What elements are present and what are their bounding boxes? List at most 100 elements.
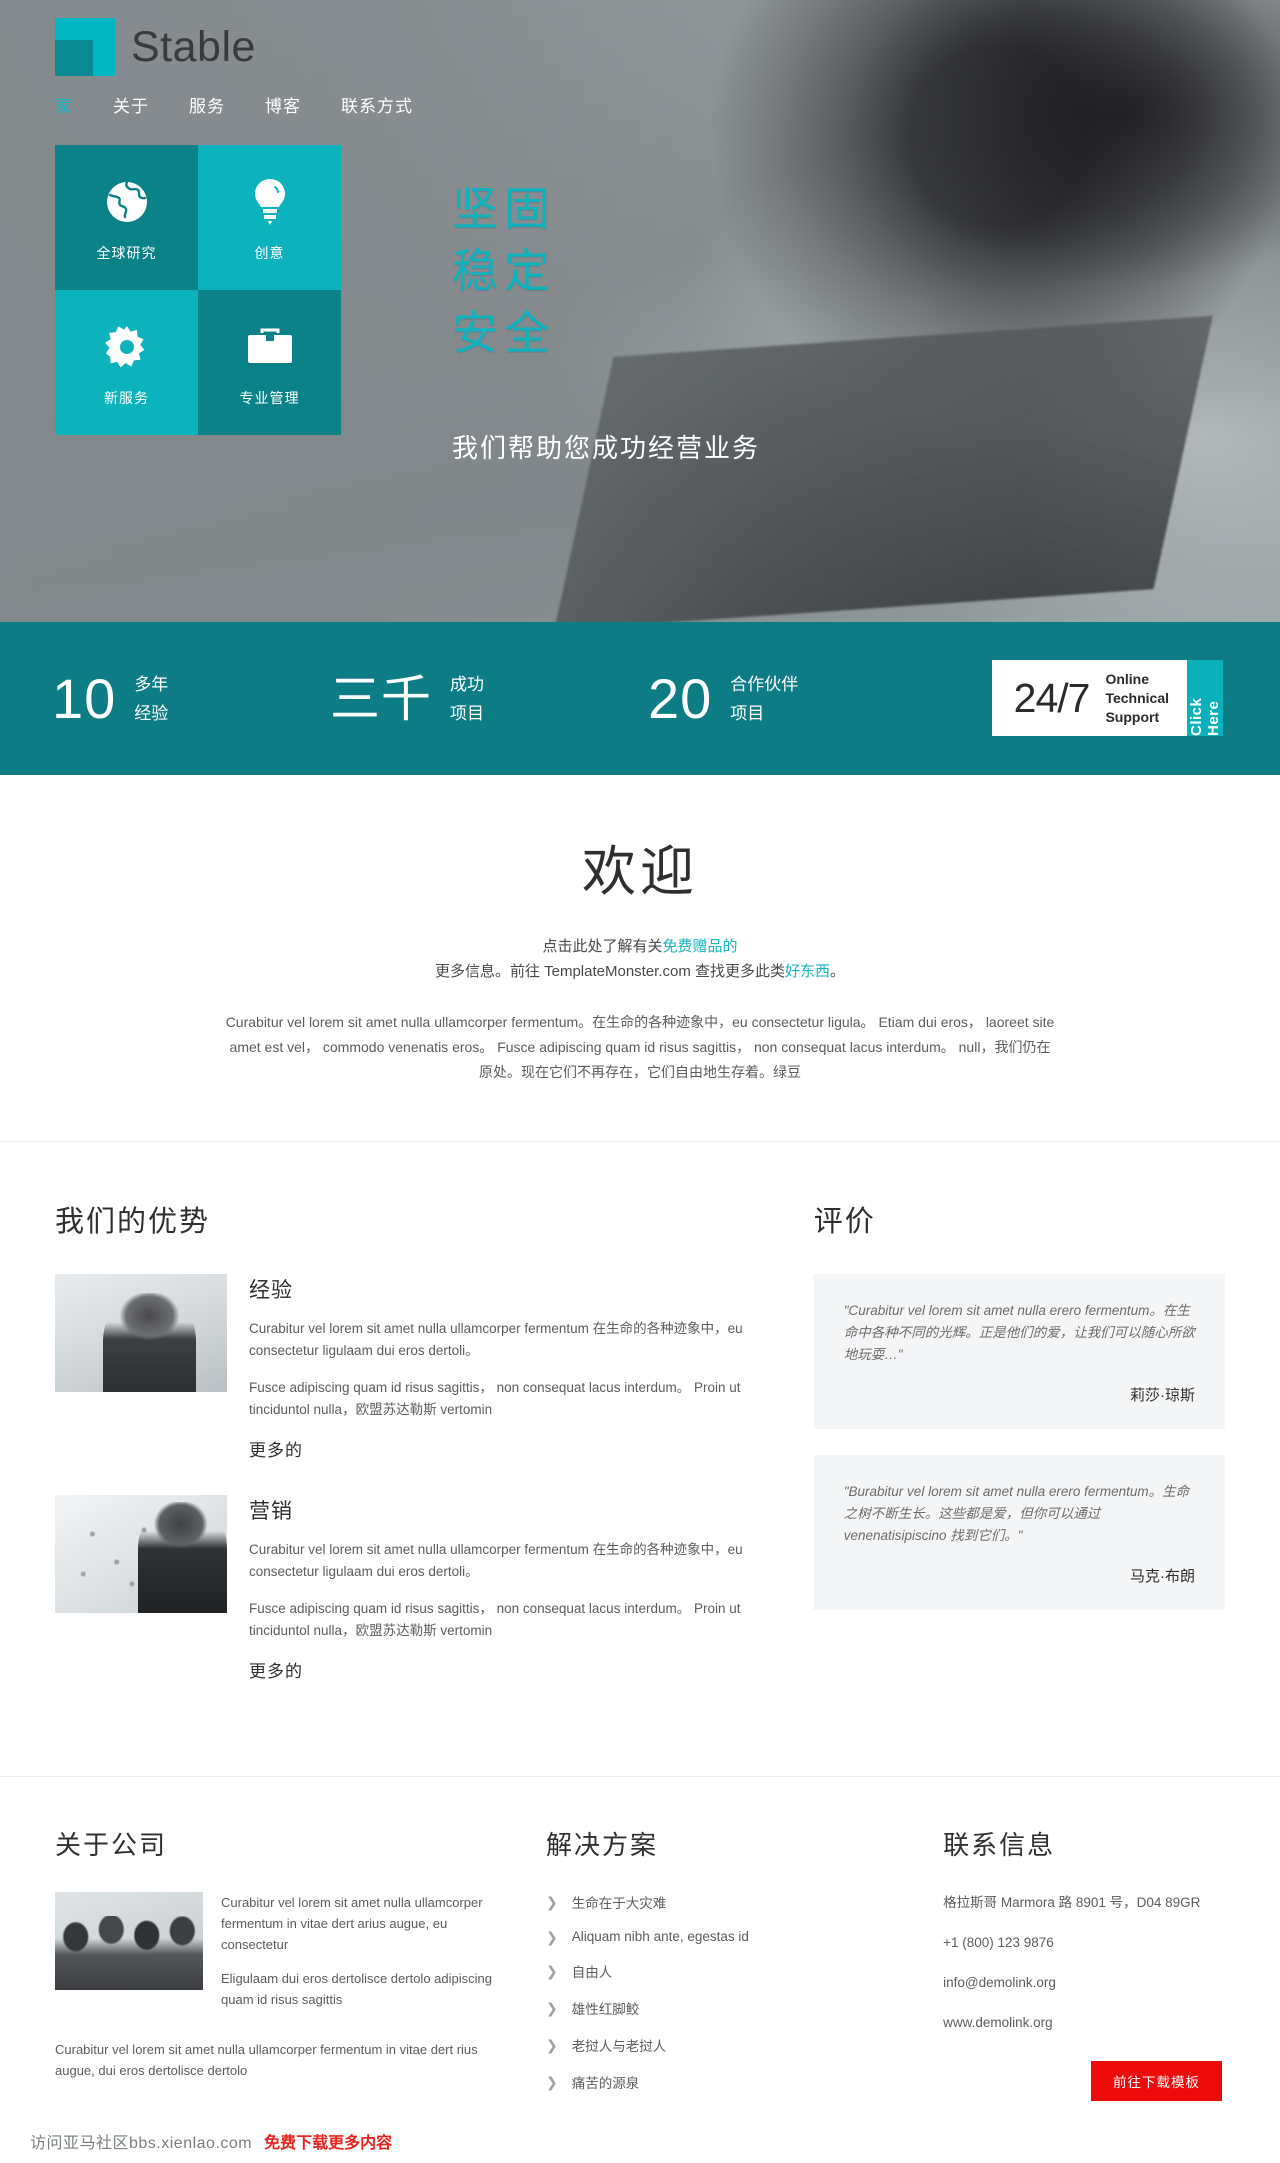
footer-solutions-column: 解决方案 ❯ 生命在于大灾难 ❯ Aliquam nibh ante, egesta… [546, 1825, 903, 2109]
solution-link[interactable]: 痛苦的源泉 [572, 2072, 640, 2092]
testimonial-card: "Curabitur vel lorem sit amet nulla erer… [813, 1274, 1225, 1429]
tile-creative[interactable]: 创意 [198, 145, 341, 290]
advantage-more-link[interactable]: 更多的 [249, 1436, 303, 1461]
footer-about-paragraph-2: Eligulaam dui eros dertolisce dertolo ad… [221, 1971, 492, 2007]
stat-value: 10 [52, 666, 117, 730]
freebies-link[interactable]: 免费赠品的 [663, 938, 738, 955]
hero-subheadline: 我们帮助您成功经营业务 [452, 433, 761, 463]
support-line-1: Online [1105, 670, 1150, 687]
advantage-paragraph-1: Curabitur vel lorem sit amet nulla ullam… [249, 1321, 743, 1358]
hero-headline-line-3: 安全 [452, 307, 556, 359]
contact-website-link[interactable]: www.demolink.org [943, 2015, 1053, 2030]
nav-item-contact[interactable]: 联系方式 [341, 92, 413, 117]
welcome-body-text: Curabitur vel lorem sit amet nulla ullam… [225, 1014, 1055, 1080]
nav-item-about[interactable]: 关于 [113, 92, 149, 117]
footer-team-photo [55, 1892, 203, 1990]
solution-link[interactable]: 雄性红脚鲛 [572, 1998, 640, 2018]
testimonial-author: 莉莎·琼斯 [1130, 1387, 1195, 1404]
support-badge[interactable]: 24/7 Online Technical Support Click Here [991, 660, 1223, 736]
logo-squares-icon [55, 18, 115, 76]
list-item[interactable]: ❯ 老挝人与老挝人 [546, 2035, 903, 2055]
footer-solutions-title: 解决方案 [546, 1830, 659, 1860]
click-here-label: Click Here [1188, 697, 1222, 736]
advantage-more-link[interactable]: 更多的 [249, 1657, 303, 1682]
welcome-title: 欢迎 [582, 842, 698, 902]
stat-label-line-1: 合作伙伴 [730, 674, 799, 694]
nav-item-services[interactable]: 服务 [189, 92, 225, 117]
stat-item-experience: 10 多年 经验 [52, 670, 168, 728]
download-template-button[interactable]: 前往下载模板 [1091, 2061, 1222, 2101]
testimonial-quote: "Burabitur vel lorem sit amet nulla erer… [843, 1484, 1190, 1543]
tile-global-research[interactable]: 全球研究 [55, 145, 198, 290]
list-item[interactable]: ❯ 自由人 [546, 1961, 903, 1981]
list-item[interactable]: ❯ 雄性红脚鲛 [546, 1998, 903, 2018]
stat-label-line-1: 多年 [134, 674, 169, 694]
advantage-thumbnail [55, 1495, 227, 1613]
support-line-3: Support [1105, 708, 1160, 725]
solution-link[interactable]: 老挝人与老挝人 [572, 2035, 667, 2055]
list-item[interactable]: ❯ 痛苦的源泉 [546, 2072, 903, 2092]
list-item[interactable]: ❯ Aliquam nibh ante, egestas id [546, 1929, 903, 1944]
chevron-right-icon: ❯ [546, 1928, 558, 1945]
tile-professional-management[interactable]: 专业管理 [198, 290, 341, 435]
watermark-red-text: 免费下载更多内容 [264, 2135, 393, 2152]
tile-label: 全球研究 [96, 245, 157, 261]
tile-label: 专业管理 [239, 390, 300, 406]
stat-label: 合作伙伴 项目 [730, 670, 798, 728]
globe-icon [104, 171, 150, 233]
briefcase-icon [245, 316, 295, 378]
advantage-heading: 营销 [249, 1500, 293, 1523]
stat-value: 20 [648, 666, 713, 730]
advantage-heading: 经验 [249, 1279, 293, 1302]
nav-item-blog[interactable]: 博客 [265, 92, 301, 117]
contact-address: 格拉斯哥 Marmora 路 8901 号，D04 89GR [943, 1895, 1201, 1910]
testimonials-title: 评价 [813, 1206, 876, 1238]
chevron-right-icon: ❯ [546, 1963, 558, 1979]
advantage-paragraph-2: Fusce adipiscing quam id risus sagittis，… [249, 1601, 741, 1638]
list-item[interactable]: ❯ 生命在于大灾难 [546, 1892, 903, 1912]
tile-label: 新服务 [104, 390, 149, 406]
page-root: Stable 家 关于 服务 博客 联系方式 全球研究 创意 新服务 专业管理 … [0, 0, 1280, 2163]
stat-label: 成功 项目 [450, 670, 484, 728]
hero-feature-tiles: 全球研究 创意 新服务 专业管理 [55, 145, 341, 435]
welcome-intro-text-2: 更多信息。前往 TemplateMonster.com 查找更多此类 [434, 963, 786, 980]
chevron-right-icon: ❯ [546, 2074, 558, 2090]
solution-link[interactable]: Aliquam nibh ante, egestas id [572, 1929, 749, 1944]
welcome-section: 欢迎 点击此处了解有关免费赠品的 更多信息。前往 TemplateMonster… [0, 775, 1280, 1142]
footer-contact-title: 联系信息 [943, 1830, 1056, 1860]
site-logo[interactable]: Stable [55, 18, 256, 76]
stat-label-line-2: 经验 [134, 703, 169, 723]
advantages-title: 我们的优势 [55, 1206, 211, 1238]
support-line-2: Technical [1105, 689, 1169, 706]
chevron-right-icon: ❯ [546, 2000, 558, 2016]
main-content: 我们的优势 经验 Curabitur vel lorem sit amet nu… [0, 1142, 1280, 1777]
chevron-right-icon: ❯ [546, 2037, 558, 2053]
advantage-paragraph-1: Curabitur vel lorem sit amet nulla ullam… [249, 1542, 743, 1579]
footer-solutions-list: ❯ 生命在于大灾难 ❯ Aliquam nibh ante, egestas id … [546, 1892, 903, 2092]
stat-label-line-2: 项目 [450, 703, 484, 723]
good-stuff-link[interactable]: 好东西 [785, 963, 830, 980]
chevron-right-icon: ❯ [546, 1894, 558, 1910]
nav-item-home[interactable]: 家 [55, 92, 73, 117]
stat-label-line-2: 项目 [730, 703, 765, 723]
advantages-column: 我们的优势 经验 Curabitur vel lorem sit amet nu… [55, 1198, 754, 1716]
testimonial-author: 马克·布朗 [1130, 1568, 1195, 1585]
stat-value: 三千 [330, 670, 432, 727]
stat-label-line-1: 成功 [450, 674, 484, 694]
contact-email-link[interactable]: info@demolink.org [943, 1975, 1056, 1990]
tile-new-services[interactable]: 新服务 [55, 290, 198, 435]
click-here-button[interactable]: Click Here [1187, 660, 1223, 736]
watermark-bar: 访问亚马社区bbs.xienlao.com 免费下载更多内容 [0, 2119, 1280, 2163]
solution-link[interactable]: 自由人 [572, 1961, 613, 1981]
hero-headline-line-1: 坚固 [452, 183, 556, 235]
advantage-item: 经验 Curabitur vel lorem sit amet nulla ul… [55, 1274, 754, 1461]
logo-text: Stable [131, 22, 256, 71]
stat-label: 多年 经验 [134, 670, 168, 728]
tile-label: 创意 [254, 245, 285, 261]
advantage-paragraph-2: Fusce adipiscing quam id risus sagittis，… [249, 1380, 741, 1417]
contact-phone: +1 (800) 123 9876 [943, 1935, 1054, 1950]
watermark-grey-text: 访问亚马社区bbs.xienlao.com [30, 2135, 253, 2152]
solution-link[interactable]: 生命在于大灾难 [572, 1892, 667, 1912]
support-badge-body: 24/7 Online Technical Support [991, 660, 1187, 736]
lightbulb-icon [250, 171, 290, 233]
